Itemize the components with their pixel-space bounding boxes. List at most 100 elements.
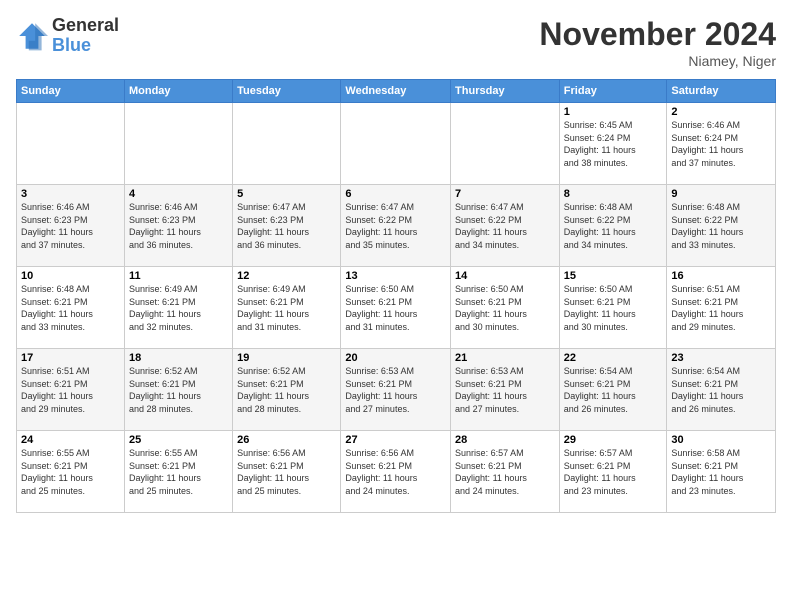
day-number: 19 [237, 352, 336, 364]
day-number: 7 [455, 188, 555, 200]
calendar-cell: 7Sunrise: 6:47 AM Sunset: 6:22 PM Daylig… [451, 185, 560, 267]
day-number: 18 [129, 352, 228, 364]
calendar-cell: 3Sunrise: 6:46 AM Sunset: 6:23 PM Daylig… [17, 185, 125, 267]
calendar-week-row: 10Sunrise: 6:48 AM Sunset: 6:21 PM Dayli… [17, 267, 776, 349]
month-title: November 2024 [539, 16, 776, 53]
calendar-header-tuesday: Tuesday [233, 80, 341, 103]
day-info: Sunrise: 6:52 AM Sunset: 6:21 PM Dayligh… [129, 365, 228, 415]
day-number: 27 [345, 434, 446, 446]
day-number: 17 [21, 352, 120, 364]
logo-text: General Blue [52, 16, 119, 56]
calendar-header-wednesday: Wednesday [341, 80, 451, 103]
calendar-cell: 25Sunrise: 6:55 AM Sunset: 6:21 PM Dayli… [124, 431, 232, 513]
day-number: 25 [129, 434, 228, 446]
calendar-header-thursday: Thursday [451, 80, 560, 103]
calendar-cell [124, 103, 232, 185]
day-info: Sunrise: 6:52 AM Sunset: 6:21 PM Dayligh… [237, 365, 336, 415]
day-info: Sunrise: 6:47 AM Sunset: 6:22 PM Dayligh… [345, 201, 446, 251]
day-info: Sunrise: 6:50 AM Sunset: 6:21 PM Dayligh… [345, 283, 446, 333]
calendar-cell: 23Sunrise: 6:54 AM Sunset: 6:21 PM Dayli… [667, 349, 776, 431]
day-number: 28 [455, 434, 555, 446]
day-info: Sunrise: 6:50 AM Sunset: 6:21 PM Dayligh… [455, 283, 555, 333]
calendar-cell: 18Sunrise: 6:52 AM Sunset: 6:21 PM Dayli… [124, 349, 232, 431]
calendar-cell: 21Sunrise: 6:53 AM Sunset: 6:21 PM Dayli… [451, 349, 560, 431]
logo-blue: Blue [52, 36, 119, 56]
calendar-cell [451, 103, 560, 185]
day-info: Sunrise: 6:50 AM Sunset: 6:21 PM Dayligh… [564, 283, 663, 333]
day-info: Sunrise: 6:53 AM Sunset: 6:21 PM Dayligh… [455, 365, 555, 415]
calendar-week-row: 17Sunrise: 6:51 AM Sunset: 6:21 PM Dayli… [17, 349, 776, 431]
day-info: Sunrise: 6:56 AM Sunset: 6:21 PM Dayligh… [345, 447, 446, 497]
calendar-week-row: 24Sunrise: 6:55 AM Sunset: 6:21 PM Dayli… [17, 431, 776, 513]
day-info: Sunrise: 6:55 AM Sunset: 6:21 PM Dayligh… [129, 447, 228, 497]
calendar-cell: 13Sunrise: 6:50 AM Sunset: 6:21 PM Dayli… [341, 267, 451, 349]
calendar-cell: 4Sunrise: 6:46 AM Sunset: 6:23 PM Daylig… [124, 185, 232, 267]
calendar-cell: 2Sunrise: 6:46 AM Sunset: 6:24 PM Daylig… [667, 103, 776, 185]
day-info: Sunrise: 6:51 AM Sunset: 6:21 PM Dayligh… [21, 365, 120, 415]
day-info: Sunrise: 6:48 AM Sunset: 6:22 PM Dayligh… [564, 201, 663, 251]
day-number: 1 [564, 106, 663, 118]
page: General Blue November 2024 Niamey, Niger… [0, 0, 792, 612]
calendar-cell: 10Sunrise: 6:48 AM Sunset: 6:21 PM Dayli… [17, 267, 125, 349]
calendar-cell [341, 103, 451, 185]
calendar-cell [233, 103, 341, 185]
day-info: Sunrise: 6:51 AM Sunset: 6:21 PM Dayligh… [671, 283, 771, 333]
logo-general: General [52, 16, 119, 36]
day-number: 30 [671, 434, 771, 446]
day-number: 15 [564, 270, 663, 282]
day-info: Sunrise: 6:49 AM Sunset: 6:21 PM Dayligh… [129, 283, 228, 333]
calendar-cell: 20Sunrise: 6:53 AM Sunset: 6:21 PM Dayli… [341, 349, 451, 431]
calendar-cell: 12Sunrise: 6:49 AM Sunset: 6:21 PM Dayli… [233, 267, 341, 349]
location: Niamey, Niger [539, 53, 776, 69]
day-number: 23 [671, 352, 771, 364]
day-number: 12 [237, 270, 336, 282]
calendar-cell: 14Sunrise: 6:50 AM Sunset: 6:21 PM Dayli… [451, 267, 560, 349]
day-info: Sunrise: 6:48 AM Sunset: 6:21 PM Dayligh… [21, 283, 120, 333]
day-number: 9 [671, 188, 771, 200]
calendar-cell: 30Sunrise: 6:58 AM Sunset: 6:21 PM Dayli… [667, 431, 776, 513]
day-number: 10 [21, 270, 120, 282]
calendar-cell: 15Sunrise: 6:50 AM Sunset: 6:21 PM Dayli… [559, 267, 667, 349]
calendar-cell: 26Sunrise: 6:56 AM Sunset: 6:21 PM Dayli… [233, 431, 341, 513]
calendar-cell: 16Sunrise: 6:51 AM Sunset: 6:21 PM Dayli… [667, 267, 776, 349]
calendar-cell: 19Sunrise: 6:52 AM Sunset: 6:21 PM Dayli… [233, 349, 341, 431]
calendar-cell: 9Sunrise: 6:48 AM Sunset: 6:22 PM Daylig… [667, 185, 776, 267]
day-number: 11 [129, 270, 228, 282]
calendar-cell: 1Sunrise: 6:45 AM Sunset: 6:24 PM Daylig… [559, 103, 667, 185]
day-info: Sunrise: 6:57 AM Sunset: 6:21 PM Dayligh… [564, 447, 663, 497]
day-number: 16 [671, 270, 771, 282]
day-number: 8 [564, 188, 663, 200]
day-info: Sunrise: 6:54 AM Sunset: 6:21 PM Dayligh… [564, 365, 663, 415]
day-number: 5 [237, 188, 336, 200]
day-number: 21 [455, 352, 555, 364]
calendar-cell: 17Sunrise: 6:51 AM Sunset: 6:21 PM Dayli… [17, 349, 125, 431]
day-info: Sunrise: 6:54 AM Sunset: 6:21 PM Dayligh… [671, 365, 771, 415]
calendar-cell [17, 103, 125, 185]
day-number: 26 [237, 434, 336, 446]
calendar-cell: 29Sunrise: 6:57 AM Sunset: 6:21 PM Dayli… [559, 431, 667, 513]
day-info: Sunrise: 6:45 AM Sunset: 6:24 PM Dayligh… [564, 119, 663, 169]
calendar-week-row: 3Sunrise: 6:46 AM Sunset: 6:23 PM Daylig… [17, 185, 776, 267]
calendar-cell: 6Sunrise: 6:47 AM Sunset: 6:22 PM Daylig… [341, 185, 451, 267]
header: General Blue November 2024 Niamey, Niger [16, 16, 776, 69]
calendar-header-friday: Friday [559, 80, 667, 103]
day-number: 22 [564, 352, 663, 364]
day-number: 3 [21, 188, 120, 200]
calendar-header-sunday: Sunday [17, 80, 125, 103]
logo-icon [16, 20, 48, 52]
calendar-cell: 28Sunrise: 6:57 AM Sunset: 6:21 PM Dayli… [451, 431, 560, 513]
day-number: 6 [345, 188, 446, 200]
calendar-cell: 11Sunrise: 6:49 AM Sunset: 6:21 PM Dayli… [124, 267, 232, 349]
day-info: Sunrise: 6:46 AM Sunset: 6:23 PM Dayligh… [129, 201, 228, 251]
day-info: Sunrise: 6:47 AM Sunset: 6:22 PM Dayligh… [455, 201, 555, 251]
day-number: 2 [671, 106, 771, 118]
calendar-cell: 22Sunrise: 6:54 AM Sunset: 6:21 PM Dayli… [559, 349, 667, 431]
calendar-cell: 8Sunrise: 6:48 AM Sunset: 6:22 PM Daylig… [559, 185, 667, 267]
title-block: November 2024 Niamey, Niger [539, 16, 776, 69]
calendar-week-row: 1Sunrise: 6:45 AM Sunset: 6:24 PM Daylig… [17, 103, 776, 185]
day-info: Sunrise: 6:49 AM Sunset: 6:21 PM Dayligh… [237, 283, 336, 333]
day-info: Sunrise: 6:57 AM Sunset: 6:21 PM Dayligh… [455, 447, 555, 497]
day-info: Sunrise: 6:47 AM Sunset: 6:23 PM Dayligh… [237, 201, 336, 251]
day-info: Sunrise: 6:46 AM Sunset: 6:23 PM Dayligh… [21, 201, 120, 251]
calendar-cell: 5Sunrise: 6:47 AM Sunset: 6:23 PM Daylig… [233, 185, 341, 267]
